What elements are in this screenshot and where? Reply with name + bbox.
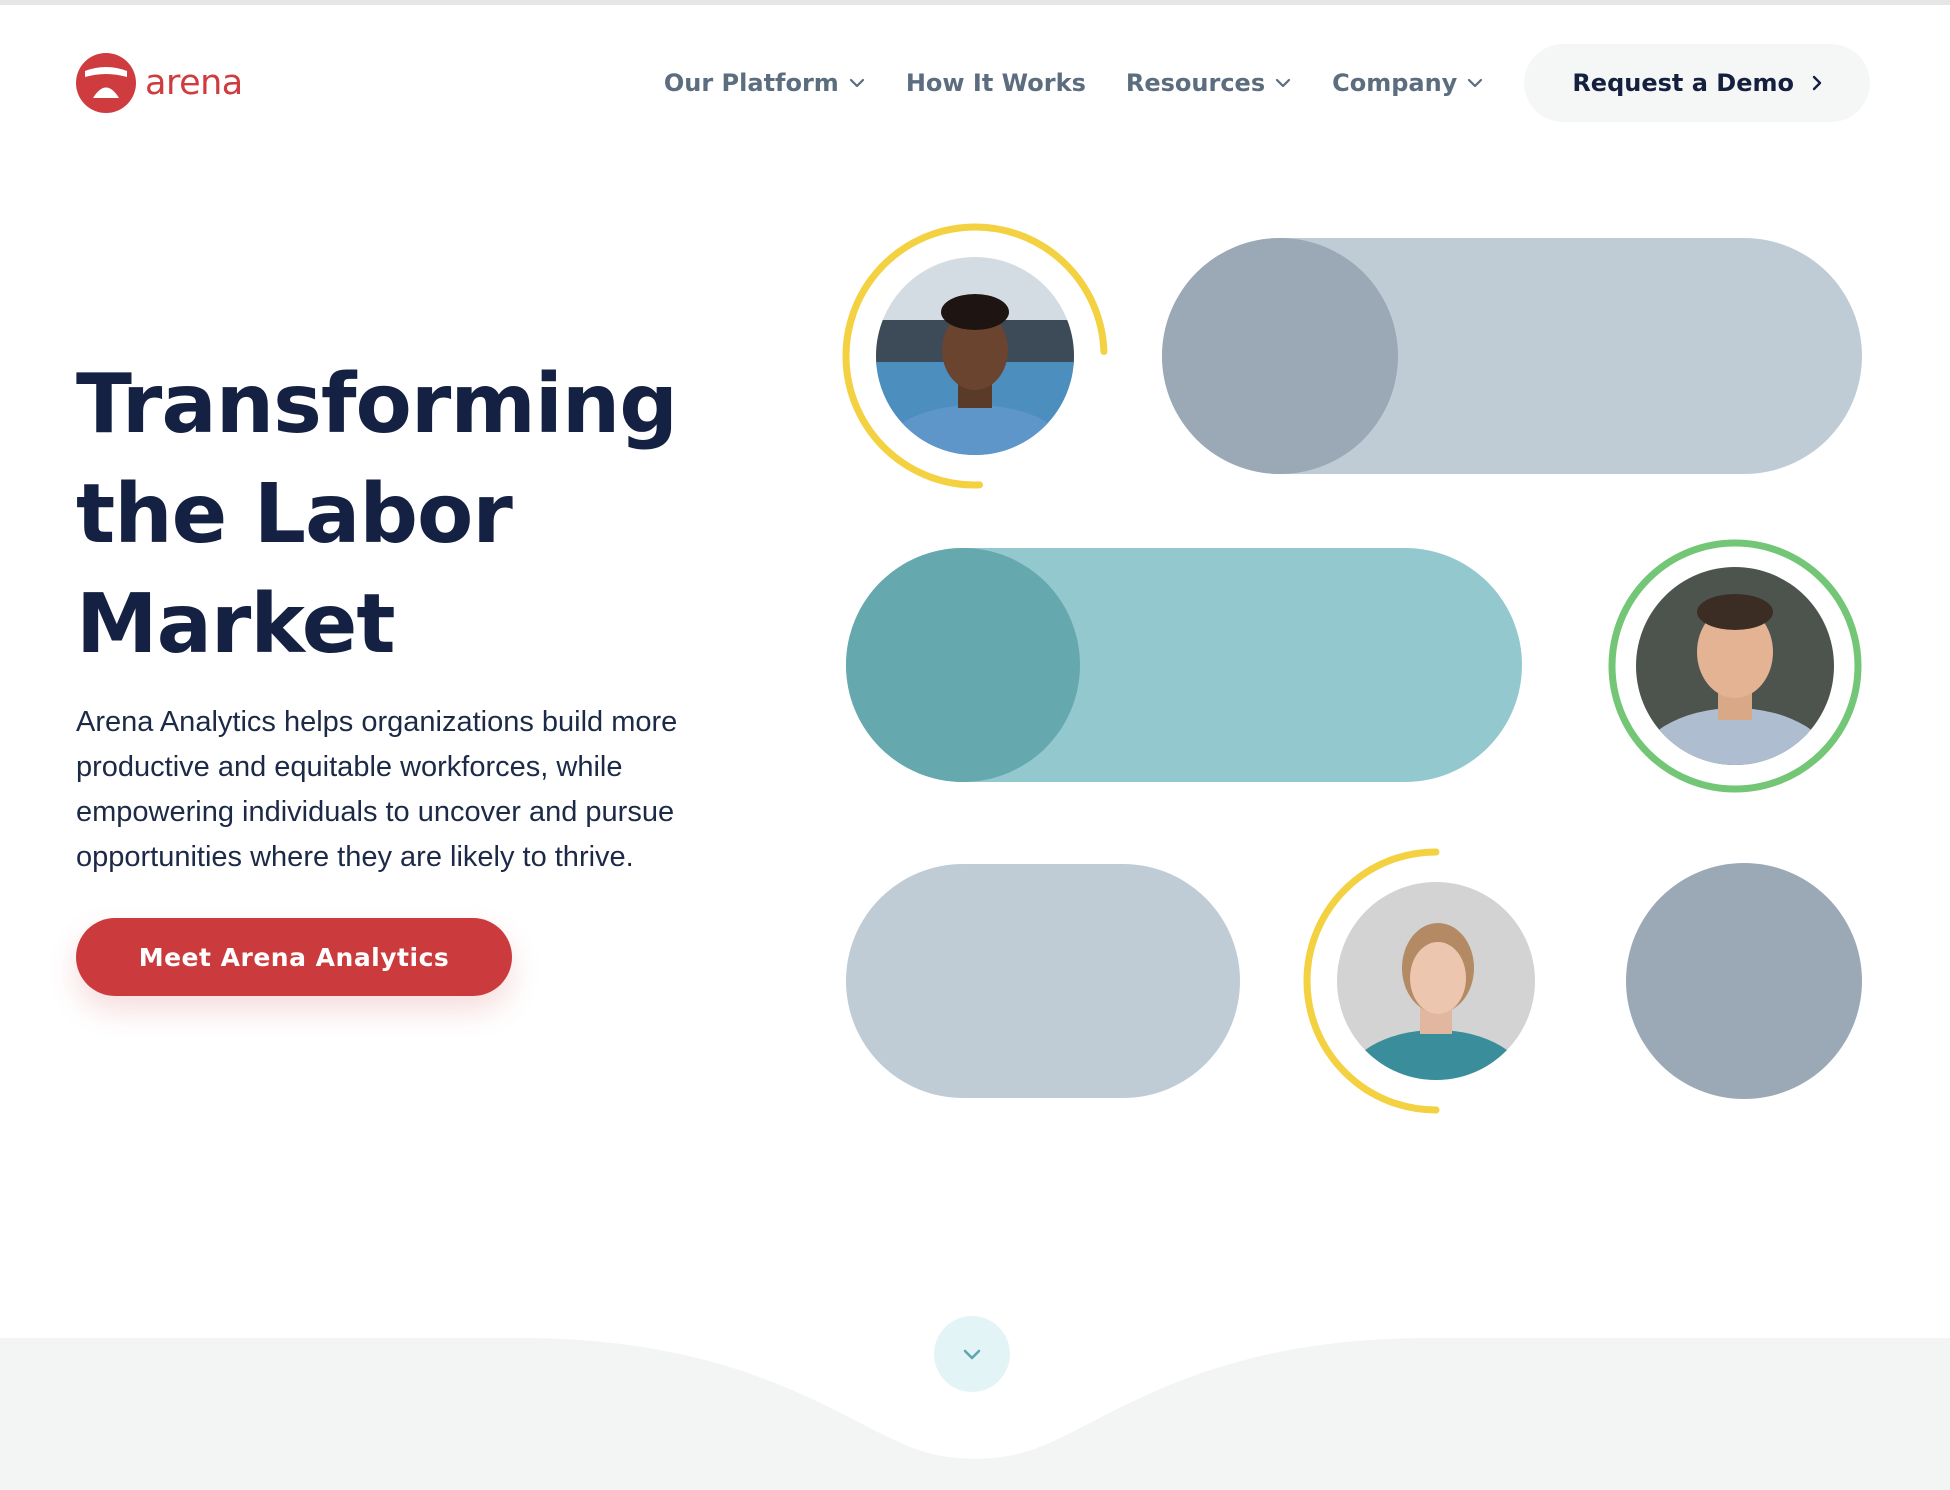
landing-page: arena Our Platform How It Works Resource… [0,0,1950,1490]
hero-subtitle: Arena Analytics helps organizations buil… [76,706,678,873]
circle-slate-top [1162,238,1398,474]
request-demo-button[interactable]: Request a Demo [1524,44,1870,122]
nav-label: Company [1332,69,1458,97]
scroll-down-button[interactable] [934,1316,1010,1392]
circle-slate-bottom [1626,863,1862,1099]
chevron-down-icon [1468,78,1483,88]
hero-title: Transforming the Labor Market [76,357,678,672]
circle-teal [846,548,1080,782]
pill-slate-top [1162,238,1862,474]
brand-logo[interactable]: arena [75,52,243,114]
meet-arena-analytics-button[interactable]: Meet Arena Analytics [76,918,512,996]
chevron-down-icon [849,78,864,88]
request-demo-label: Request a Demo [1572,69,1794,97]
top-divider [0,0,1950,5]
avatar-nurse-female [1337,882,1535,1080]
nav-how-it-works[interactable]: How It Works [906,69,1086,97]
main-nav: Our Platform How It Works Resources Comp… [624,44,1870,122]
nav-label: Resources [1125,69,1266,97]
avatar-nurse-male [876,257,1074,455]
nav-resources[interactable]: Resources [1126,69,1292,97]
pill-teal [846,548,1522,782]
avatar-man-smiling [1636,567,1834,765]
nav-label: How It Works [905,69,1086,97]
chevron-down-icon [963,1349,981,1360]
progress-ring-green [1608,539,1862,793]
arena-logo-icon [76,53,136,113]
cta-label: Meet Arena Analytics [138,942,450,972]
nav-company[interactable]: Company [1332,69,1484,97]
progress-ring-yellow [842,223,1108,489]
brand-name: arena [145,63,243,103]
chevron-down-icon [1276,78,1291,88]
chevron-right-icon [1812,75,1822,91]
nav-our-platform[interactable]: Our Platform [664,69,866,97]
pill-slate-bottom [846,864,1240,1098]
nav-label: Our Platform [663,69,839,97]
progress-ring-yellow-small [1303,848,1440,1114]
